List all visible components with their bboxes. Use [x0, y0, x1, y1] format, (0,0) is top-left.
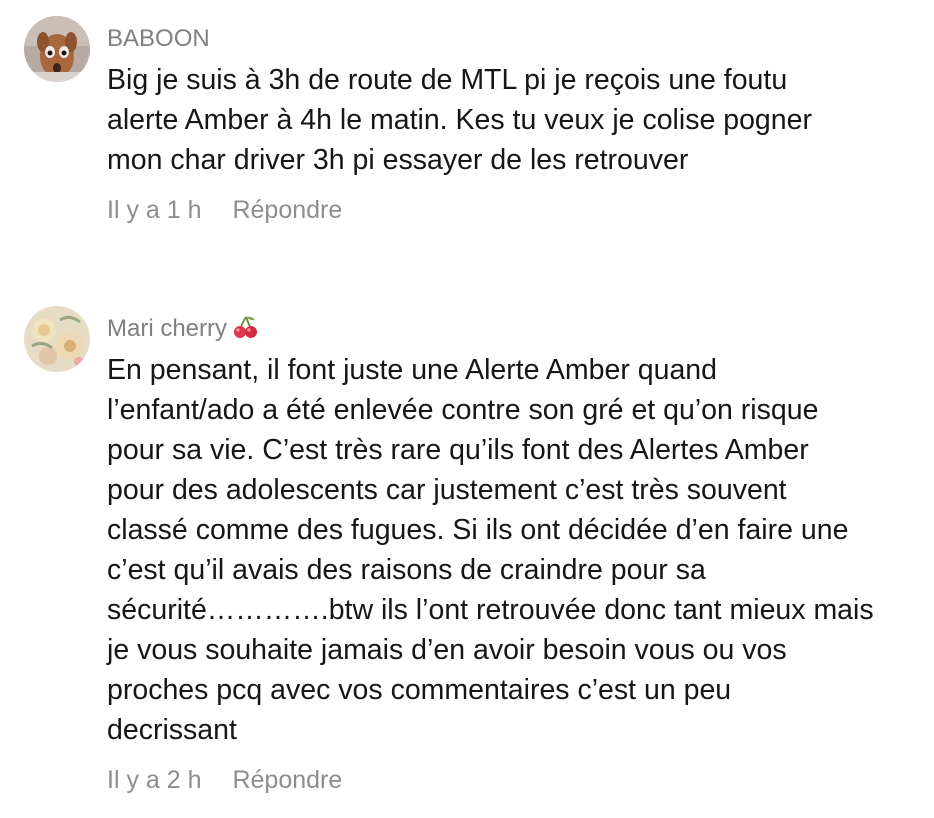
comment-meta: Il y a 1 h Répondre: [107, 195, 342, 225]
reply-button[interactable]: Répondre: [232, 766, 342, 794]
comment-text-line: proches pcq avec vos commentaires c’est …: [107, 674, 732, 706]
comment-username[interactable]: Mari cherry: [107, 315, 259, 346]
comment-username-text: Mari cherry: [107, 315, 228, 342]
comment-text-line: pour sa vie. C’est très rare qu’ils font…: [107, 434, 809, 466]
comment-text-line: l’enfant/ado a été enlevée contre son gr…: [107, 394, 819, 426]
comment-text-line: c’est qu’il avais des raisons de craindr…: [107, 554, 706, 586]
comment-text-line: mon char driver 3h pi essayer de les ret…: [107, 144, 689, 176]
avatar[interactable]: [24, 16, 90, 82]
comment-meta: Il y a 2 h Répondre: [107, 765, 342, 795]
comment-username[interactable]: BABOON: [107, 25, 210, 53]
floral-photo-avatar-icon: [24, 306, 90, 372]
comment-timestamp: Il y a 1 h: [107, 196, 202, 224]
comment-text-line: alerte Amber à 4h le matin. Kes tu veux …: [107, 104, 812, 136]
reply-button[interactable]: Répondre: [232, 196, 342, 224]
comment-text-line: Big je suis à 3h de route de MTL pi je r…: [107, 64, 788, 96]
comment-text-line: pour des adolescents car justement c’est…: [107, 474, 787, 506]
dog-photo-avatar-icon: [24, 16, 90, 82]
comment-text: Big je suis à 3h de route de MTL pi je r…: [107, 60, 917, 180]
comment-text-line: decrissant: [107, 714, 237, 746]
avatar[interactable]: [24, 306, 90, 372]
comment-text-line: En pensant, il font juste une Alerte Amb…: [107, 354, 717, 386]
comment-text-line: sécurité………….btw ils l’ont retrouvée don…: [107, 594, 874, 626]
comment-text-line: classé comme des fugues. Si ils ont déci…: [107, 514, 849, 546]
comment-timestamp: Il y a 2 h: [107, 766, 202, 794]
cherry-icon: [233, 315, 259, 346]
comment-text-line: je vous souhaite jamais d’en avoir besoi…: [107, 634, 787, 666]
comment-text: En pensant, il font juste une Alerte Amb…: [107, 350, 917, 750]
